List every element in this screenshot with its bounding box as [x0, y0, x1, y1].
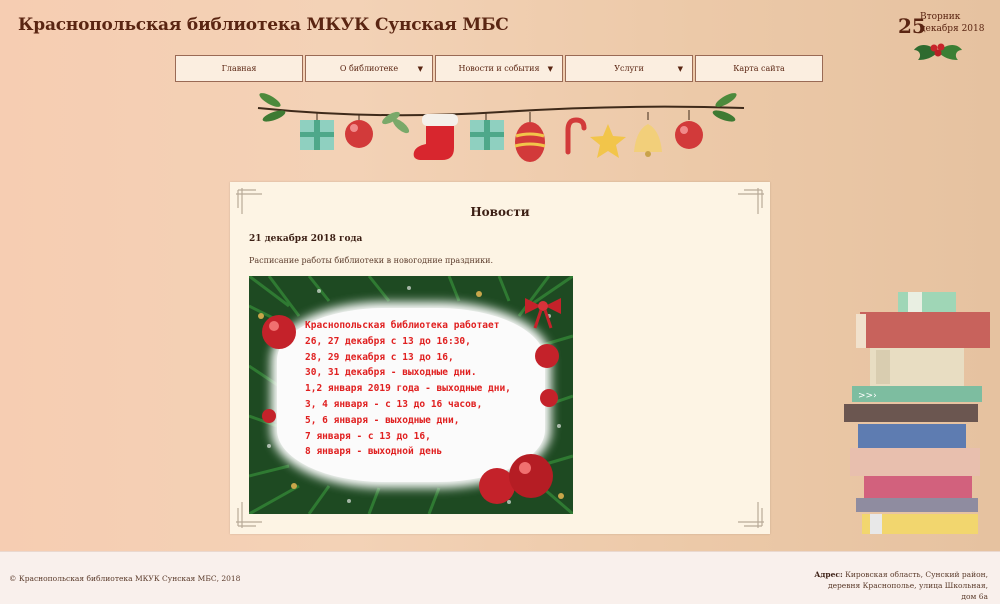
main-nav: Главная О библиотеке ▼ Новости и события… — [175, 55, 825, 82]
schedule-line: 7 января - с 13 до 16, — [305, 430, 431, 442]
nav-item-services[interactable]: Услуги ▼ — [565, 55, 693, 82]
candy-cane-icon — [565, 117, 587, 155]
bauble-icon — [514, 112, 546, 162]
gift-icon — [470, 112, 504, 150]
date-month-year: декабря 2018 — [920, 24, 985, 34]
date-weekday: Вторник — [920, 12, 961, 22]
corner-ornament-icon — [738, 502, 764, 528]
chevron-down-icon: ▼ — [547, 65, 553, 73]
schedule-text: Краснопольская библиотека работает 26, 2… — [305, 318, 511, 460]
page-title: Новости — [470, 205, 530, 219]
copyright: © Краснопольская библиотека МКУК Сунская… — [9, 574, 241, 583]
nav-item-home[interactable]: Главная — [175, 55, 303, 82]
schedule-line: 28, 29 декабря с 13 до 16, — [305, 351, 454, 363]
news-text: Расписание работы библиотеки в новогодни… — [249, 256, 494, 265]
nav-item-label: Карта сайта — [733, 64, 785, 73]
stocking-icon — [413, 114, 458, 160]
news-panel: Новости 21 декабря 2018 года Расписание … — [230, 182, 770, 534]
chevron-down-icon: ▼ — [417, 65, 423, 73]
news-date: 21 декабря 2018 года — [249, 234, 363, 244]
nav-item-label: Главная — [221, 64, 257, 73]
bell-icon — [634, 112, 662, 157]
nav-item-label: Новости и события — [458, 64, 540, 73]
date-widget: 25 Вторник декабря 2018 — [898, 10, 984, 66]
schedule-line: 8 января - выходной день — [305, 446, 443, 458]
schedule-line: 1,2 января 2019 года - выходные дни, — [305, 383, 511, 395]
site-title[interactable]: Краснопольская библиотека МКУК Сунская М… — [18, 15, 509, 35]
schedule-line: 26, 27 декабря с 13 до 16:30, — [305, 335, 471, 347]
ornament-icon — [345, 114, 373, 148]
nav-item-label: О библиотеке — [339, 64, 399, 73]
svg-text:>>›: >>› — [858, 391, 877, 401]
address: Адрес: Кировская область, Сунский район,… — [813, 569, 988, 602]
address-text: Кировская область, Сунский район, деревн… — [827, 570, 988, 601]
nav-item-about[interactable]: О библиотеке ▼ — [305, 55, 433, 82]
news-image: Краснопольская библиотека работает 26, 2… — [249, 276, 573, 514]
schedule-line: 5, 6 января - выходные дни, — [305, 414, 460, 426]
address-label: Адрес: — [814, 570, 843, 579]
nav-item-label: Услуги — [614, 64, 644, 73]
holly-icon — [914, 43, 962, 60]
ornament-icon — [675, 110, 703, 149]
chevron-down-icon: ▼ — [677, 65, 683, 73]
schedule-line: 3, 4 января - с 13 до 16 часов, — [305, 398, 483, 410]
gift-icon — [300, 112, 334, 150]
books-decoration: >>› — [844, 292, 990, 534]
nav-item-news[interactable]: Новости и события ▼ — [435, 55, 563, 82]
star-icon — [590, 124, 626, 158]
garland-decoration — [257, 93, 745, 162]
footer: © Краснопольская библиотека МКУК Сунская… — [0, 551, 1000, 604]
schedule-line: Краснопольская библиотека работает — [305, 320, 500, 331]
nav-item-sitemap[interactable]: Карта сайта — [695, 55, 823, 82]
schedule-line: 30, 31 декабря - выходные дни. — [305, 367, 477, 379]
